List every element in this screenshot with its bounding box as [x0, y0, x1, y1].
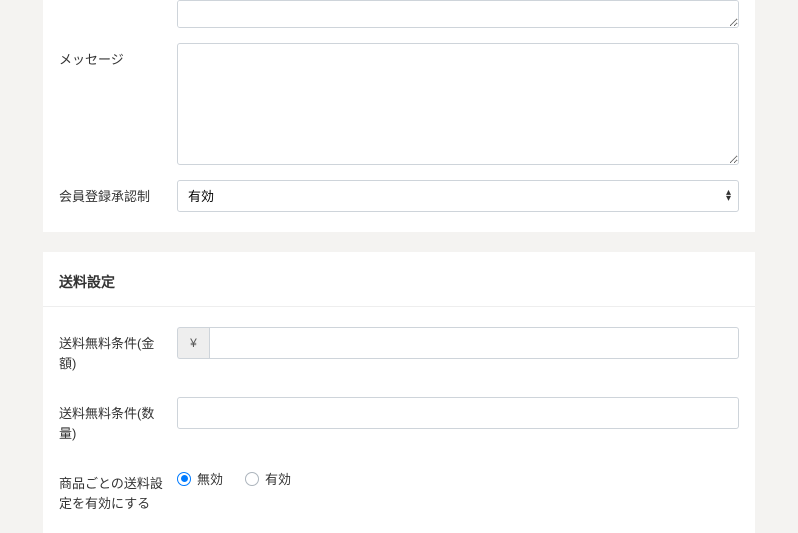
form-section-top: メッセージ 会員登録承認制 有効 ▴▾: [43, 0, 755, 232]
label-free-amount: 送料無料条件(金額): [59, 327, 177, 373]
radio-group-per-product: 無効 有効: [177, 467, 739, 488]
row-textarea-prev: [43, 0, 755, 31]
row-free-amount: 送料無料条件(金額) ¥: [43, 307, 755, 373]
radio-icon: [245, 472, 259, 486]
radio-enable[interactable]: 有効: [245, 469, 291, 488]
row-approval: 会員登録承認制 有効 ▴▾: [43, 168, 755, 212]
radio-disable[interactable]: 無効: [177, 469, 223, 488]
select-approval[interactable]: 有効: [177, 180, 739, 212]
shipping-heading: 送料設定: [43, 252, 755, 307]
shipping-section: 送料設定 送料無料条件(金額) ¥ 送料無料条件(数量) 商品ごとの送料設定を有…: [43, 252, 755, 533]
label-per-product: 商品ごとの送料設定を有効にする: [59, 467, 177, 513]
label-free-qty: 送料無料条件(数量): [59, 397, 177, 443]
radio-icon: [177, 472, 191, 486]
radio-label-disable: 無効: [197, 469, 223, 488]
label-prev: [59, 0, 177, 7]
row-per-product: 商品ごとの送料設定を有効にする 無効 有効: [43, 443, 755, 513]
textarea-prev[interactable]: [177, 0, 739, 28]
row-message: メッセージ: [43, 31, 755, 168]
label-approval: 会員登録承認制: [59, 180, 177, 207]
input-free-qty[interactable]: [177, 397, 739, 429]
textarea-message[interactable]: [177, 43, 739, 165]
row-free-qty: 送料無料条件(数量): [43, 373, 755, 443]
radio-label-enable: 有効: [265, 469, 291, 488]
label-message: メッセージ: [59, 43, 177, 70]
input-free-amount[interactable]: [209, 327, 739, 359]
currency-prefix: ¥: [177, 327, 209, 359]
